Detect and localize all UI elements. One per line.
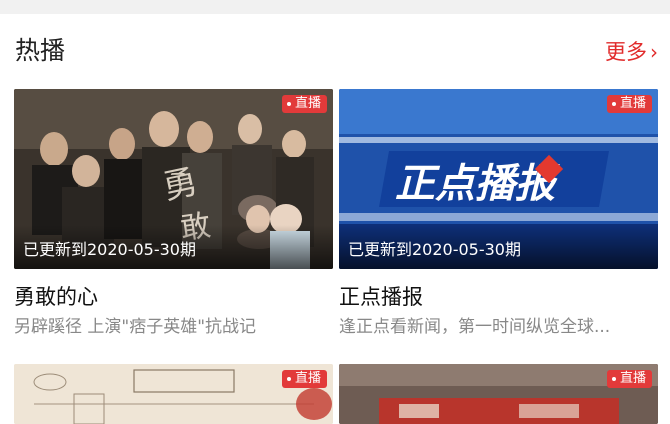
live-badge-label: 直播 <box>294 96 321 111</box>
dot-icon <box>286 377 291 381</box>
program-description: 另辟蹊径 上演"痞子英雄"抗战记 <box>14 317 257 337</box>
live-badge: 直播 <box>281 370 327 388</box>
program-thumbnail[interactable]: 勇 敢 直播 已更新到2020-05-30期 <box>14 89 333 269</box>
program-thumbnail[interactable]: 正点播报 直播 已更新到2020-05-30期 <box>339 89 658 269</box>
program-title[interactable]: 勇敢的心 <box>14 282 98 312</box>
update-caption: 已更新到2020-05-30期 <box>14 225 333 269</box>
top-divider <box>0 0 670 14</box>
live-badge-label: 直播 <box>619 96 646 111</box>
dot-icon <box>611 102 616 106</box>
chevron-right-icon: › <box>650 40 658 64</box>
live-badge-label: 直播 <box>294 371 321 386</box>
live-badge: 直播 <box>606 370 652 388</box>
live-badge: 直播 <box>281 95 327 113</box>
program-thumbnail[interactable]: 直播 <box>339 364 658 424</box>
more-link[interactable]: 更多 › <box>605 36 658 68</box>
update-caption: 已更新到2020-05-30期 <box>339 225 658 269</box>
section-title: 热播 <box>15 36 66 65</box>
live-badge: 直播 <box>606 95 652 113</box>
dot-icon <box>611 377 616 381</box>
live-badge-label: 直播 <box>619 371 646 386</box>
program-title[interactable]: 正点播报 <box>339 282 423 312</box>
more-label: 更多 <box>605 40 647 64</box>
program-description: 逢正点看新闻，第一时间纵览全球... <box>339 317 611 337</box>
program-thumbnail[interactable]: 直播 <box>14 364 333 424</box>
logo-text: 正点播报 <box>395 161 560 207</box>
dot-icon <box>286 102 291 106</box>
